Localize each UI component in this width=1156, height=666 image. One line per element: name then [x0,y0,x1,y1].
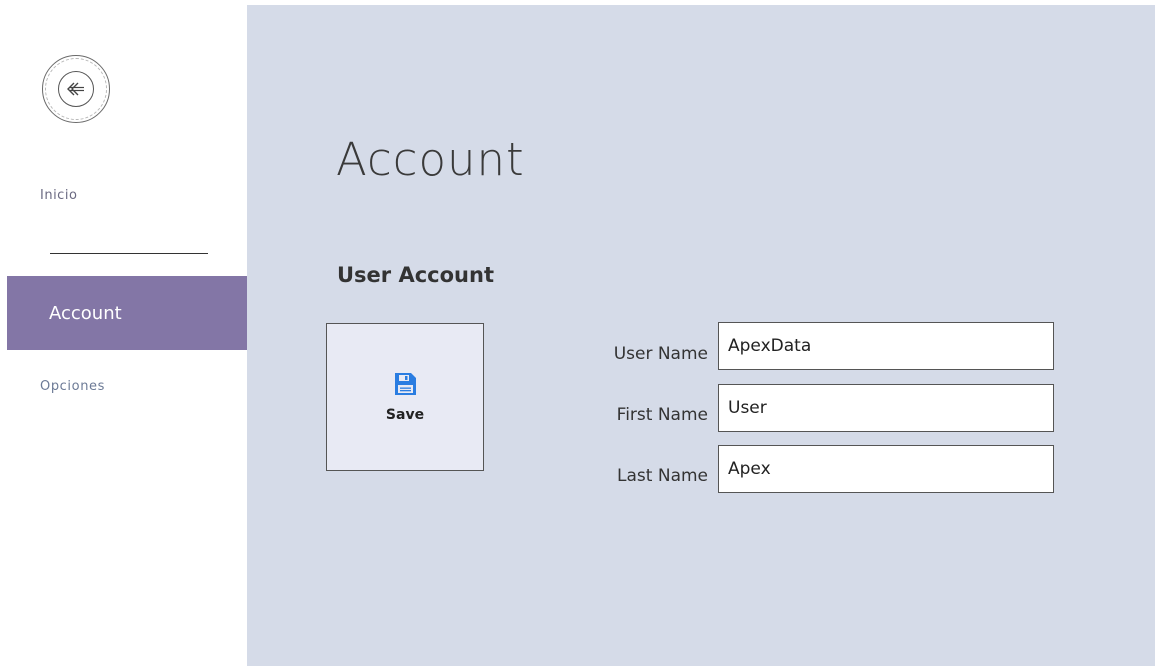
first-name-input[interactable] [718,384,1054,432]
sidebar-divider [50,253,208,254]
last-name-input[interactable] [718,445,1054,493]
first-name-label: First Name [616,405,708,425]
back-arrow-icon [58,71,94,107]
app-window: Inicio Account Opciones Account User Acc… [0,0,1156,666]
main-panel: Account User Account Save User Name Firs… [247,5,1155,666]
sidebar-item-label: Opciones [40,379,106,394]
section-title: User Account [337,263,494,287]
user-name-label: User Name [613,344,708,364]
floppy-disk-icon [395,373,416,395]
sidebar-item-opciones[interactable]: Opciones [0,379,247,394]
sidebar-item-label: Account [49,302,122,324]
sidebar: Inicio Account Opciones [0,0,247,666]
save-button[interactable]: Save [326,323,484,471]
page-title: Account [336,133,525,186]
sidebar-item-account[interactable]: Account [7,276,247,350]
user-name-input[interactable] [718,322,1054,370]
sidebar-item-label: Inicio [40,188,78,203]
last-name-label: Last Name [617,466,708,486]
sidebar-item-inicio[interactable]: Inicio [0,188,247,203]
back-button[interactable] [42,55,110,123]
save-label: Save [385,407,425,423]
